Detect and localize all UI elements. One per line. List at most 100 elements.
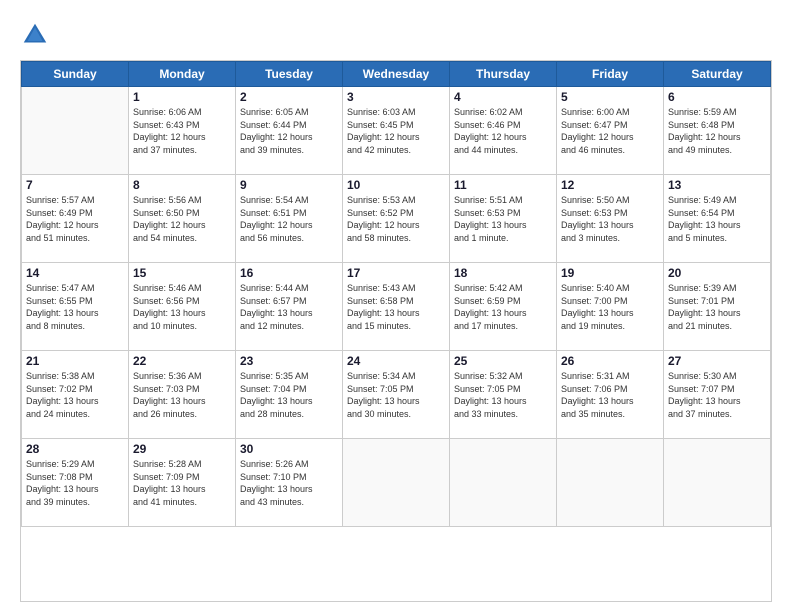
day-header-sunday: Sunday	[22, 62, 129, 87]
calendar-cell	[557, 439, 664, 527]
day-number: 6	[668, 90, 766, 104]
week-row-1: 1 Sunrise: 6:06 AM Sunset: 6:43 PM Daylig…	[22, 87, 771, 175]
calendar-cell: 6 Sunrise: 5:59 AM Sunset: 6:48 PM Daylig…	[664, 87, 771, 175]
calendar-cell: 7Sunrise: 5:57 AM Sunset: 6:49 PM Daylig…	[22, 175, 129, 263]
calendar-cell: 11 Sunrise: 5:51 AM Sunset: 6:53 PM Dayli…	[450, 175, 557, 263]
calendar-body: 1 Sunrise: 6:06 AM Sunset: 6:43 PM Daylig…	[22, 87, 771, 527]
calendar-cell: 13 Sunrise: 5:49 AM Sunset: 6:54 PM Dayli…	[664, 175, 771, 263]
calendar-cell: 20 Sunrise: 5:39 AM Sunset: 7:01 PM Dayli…	[664, 263, 771, 351]
calendar: SundayMondayTuesdayWednesdayThursdayFrid…	[20, 60, 772, 602]
header-row: SundayMondayTuesdayWednesdayThursdayFrid…	[22, 62, 771, 87]
day-number: 13	[668, 178, 766, 192]
calendar-cell	[343, 439, 450, 527]
day-header-monday: Monday	[129, 62, 236, 87]
calendar-table: SundayMondayTuesdayWednesdayThursdayFrid…	[21, 61, 771, 527]
day-number: 28	[26, 442, 124, 456]
cell-info: Sunrise: 5:40 AM Sunset: 7:00 PM Dayligh…	[561, 282, 659, 332]
calendar-cell: 18 Sunrise: 5:42 AM Sunset: 6:59 PM Dayli…	[450, 263, 557, 351]
calendar-cell: 25 Sunrise: 5:32 AM Sunset: 7:05 PM Dayli…	[450, 351, 557, 439]
cell-info: Sunrise: 5:56 AM Sunset: 6:50 PM Dayligh…	[133, 194, 231, 244]
calendar-cell: 30 Sunrise: 5:26 AM Sunset: 7:10 PM Dayli…	[236, 439, 343, 527]
day-number: 27	[668, 354, 766, 368]
day-header-wednesday: Wednesday	[343, 62, 450, 87]
cell-info: Sunrise: 5:50 AM Sunset: 6:53 PM Dayligh…	[561, 194, 659, 244]
day-number: 11	[454, 178, 552, 192]
cell-info: Sunrise: 5:47 AM Sunset: 6:55 PM Dayligh…	[26, 282, 124, 332]
cell-info: Sunrise: 5:46 AM Sunset: 6:56 PM Dayligh…	[133, 282, 231, 332]
calendar-cell: 27 Sunrise: 5:30 AM Sunset: 7:07 PM Dayli…	[664, 351, 771, 439]
week-row-4: 21 Sunrise: 5:38 AM Sunset: 7:02 PM Dayli…	[22, 351, 771, 439]
day-number: 12	[561, 178, 659, 192]
day-number: 7	[26, 178, 124, 192]
day-number: 22	[133, 354, 231, 368]
logo	[20, 20, 54, 50]
calendar-cell: 19 Sunrise: 5:40 AM Sunset: 7:00 PM Dayli…	[557, 263, 664, 351]
cell-info: Sunrise: 5:30 AM Sunset: 7:07 PM Dayligh…	[668, 370, 766, 420]
day-number: 17	[347, 266, 445, 280]
day-number: 26	[561, 354, 659, 368]
cell-info: Sunrise: 6:03 AM Sunset: 6:45 PM Dayligh…	[347, 106, 445, 156]
cell-info: Sunrise: 5:53 AM Sunset: 6:52 PM Dayligh…	[347, 194, 445, 244]
cell-info: Sunrise: 5:49 AM Sunset: 6:54 PM Dayligh…	[668, 194, 766, 244]
day-number: 19	[561, 266, 659, 280]
week-row-3: 14Sunrise: 5:47 AM Sunset: 6:55 PM Dayli…	[22, 263, 771, 351]
day-number: 18	[454, 266, 552, 280]
day-header-tuesday: Tuesday	[236, 62, 343, 87]
calendar-cell: 15 Sunrise: 5:46 AM Sunset: 6:56 PM Dayli…	[129, 263, 236, 351]
calendar-cell: 21 Sunrise: 5:38 AM Sunset: 7:02 PM Dayli…	[22, 351, 129, 439]
cell-info: Sunrise: 5:26 AM Sunset: 7:10 PM Dayligh…	[240, 458, 338, 508]
calendar-cell: 9Sunrise: 5:54 AM Sunset: 6:51 PM Daylig…	[236, 175, 343, 263]
cell-info: Sunrise: 6:06 AM Sunset: 6:43 PM Dayligh…	[133, 106, 231, 156]
day-number: 4	[454, 90, 552, 104]
calendar-cell: 26Sunrise: 5:31 AM Sunset: 7:06 PM Dayli…	[557, 351, 664, 439]
day-number: 25	[454, 354, 552, 368]
day-number: 8	[133, 178, 231, 192]
day-number: 23	[240, 354, 338, 368]
day-number: 16	[240, 266, 338, 280]
cell-info: Sunrise: 5:35 AM Sunset: 7:04 PM Dayligh…	[240, 370, 338, 420]
cell-info: Sunrise: 5:34 AM Sunset: 7:05 PM Dayligh…	[347, 370, 445, 420]
cell-info: Sunrise: 6:00 AM Sunset: 6:47 PM Dayligh…	[561, 106, 659, 156]
page: SundayMondayTuesdayWednesdayThursdayFrid…	[0, 0, 792, 612]
calendar-cell: 2 Sunrise: 6:05 AM Sunset: 6:44 PM Daylig…	[236, 87, 343, 175]
day-number: 2	[240, 90, 338, 104]
day-header-friday: Friday	[557, 62, 664, 87]
calendar-cell: 12 Sunrise: 5:50 AM Sunset: 6:53 PM Dayli…	[557, 175, 664, 263]
day-number: 30	[240, 442, 338, 456]
cell-info: Sunrise: 5:38 AM Sunset: 7:02 PM Dayligh…	[26, 370, 124, 420]
day-header-saturday: Saturday	[664, 62, 771, 87]
day-header-thursday: Thursday	[450, 62, 557, 87]
cell-info: Sunrise: 5:29 AM Sunset: 7:08 PM Dayligh…	[26, 458, 124, 508]
calendar-cell: 1 Sunrise: 6:06 AM Sunset: 6:43 PM Daylig…	[129, 87, 236, 175]
cell-info: Sunrise: 6:05 AM Sunset: 6:44 PM Dayligh…	[240, 106, 338, 156]
calendar-cell: 22 Sunrise: 5:36 AM Sunset: 7:03 PM Dayli…	[129, 351, 236, 439]
calendar-cell: 8 Sunrise: 5:56 AM Sunset: 6:50 PM Daylig…	[129, 175, 236, 263]
cell-info: Sunrise: 5:42 AM Sunset: 6:59 PM Dayligh…	[454, 282, 552, 332]
calendar-cell: 17 Sunrise: 5:43 AM Sunset: 6:58 PM Dayli…	[343, 263, 450, 351]
day-number: 21	[26, 354, 124, 368]
day-number: 10	[347, 178, 445, 192]
cell-info: Sunrise: 5:44 AM Sunset: 6:57 PM Dayligh…	[240, 282, 338, 332]
cell-info: Sunrise: 5:39 AM Sunset: 7:01 PM Dayligh…	[668, 282, 766, 332]
cell-info: Sunrise: 5:59 AM Sunset: 6:48 PM Dayligh…	[668, 106, 766, 156]
day-number: 15	[133, 266, 231, 280]
day-number: 9	[240, 178, 338, 192]
calendar-cell: 3Sunrise: 6:03 AM Sunset: 6:45 PM Daylig…	[343, 87, 450, 175]
calendar-cell: 24 Sunrise: 5:34 AM Sunset: 7:05 PM Dayli…	[343, 351, 450, 439]
cell-info: Sunrise: 5:28 AM Sunset: 7:09 PM Dayligh…	[133, 458, 231, 508]
day-number: 20	[668, 266, 766, 280]
calendar-cell: 28 Sunrise: 5:29 AM Sunset: 7:08 PM Dayli…	[22, 439, 129, 527]
cell-info: Sunrise: 5:43 AM Sunset: 6:58 PM Dayligh…	[347, 282, 445, 332]
cell-info: Sunrise: 5:32 AM Sunset: 7:05 PM Dayligh…	[454, 370, 552, 420]
logo-icon	[20, 20, 50, 50]
week-row-2: 7Sunrise: 5:57 AM Sunset: 6:49 PM Daylig…	[22, 175, 771, 263]
day-number: 1	[133, 90, 231, 104]
calendar-cell: 10 Sunrise: 5:53 AM Sunset: 6:52 PM Dayli…	[343, 175, 450, 263]
day-number: 24	[347, 354, 445, 368]
calendar-cell: 23 Sunrise: 5:35 AM Sunset: 7:04 PM Dayli…	[236, 351, 343, 439]
cell-info: Sunrise: 5:51 AM Sunset: 6:53 PM Dayligh…	[454, 194, 552, 244]
cell-info: Sunrise: 5:36 AM Sunset: 7:03 PM Dayligh…	[133, 370, 231, 420]
calendar-cell	[22, 87, 129, 175]
calendar-cell: 14Sunrise: 5:47 AM Sunset: 6:55 PM Dayli…	[22, 263, 129, 351]
calendar-cell: 4Sunrise: 6:02 AM Sunset: 6:46 PM Daylig…	[450, 87, 557, 175]
